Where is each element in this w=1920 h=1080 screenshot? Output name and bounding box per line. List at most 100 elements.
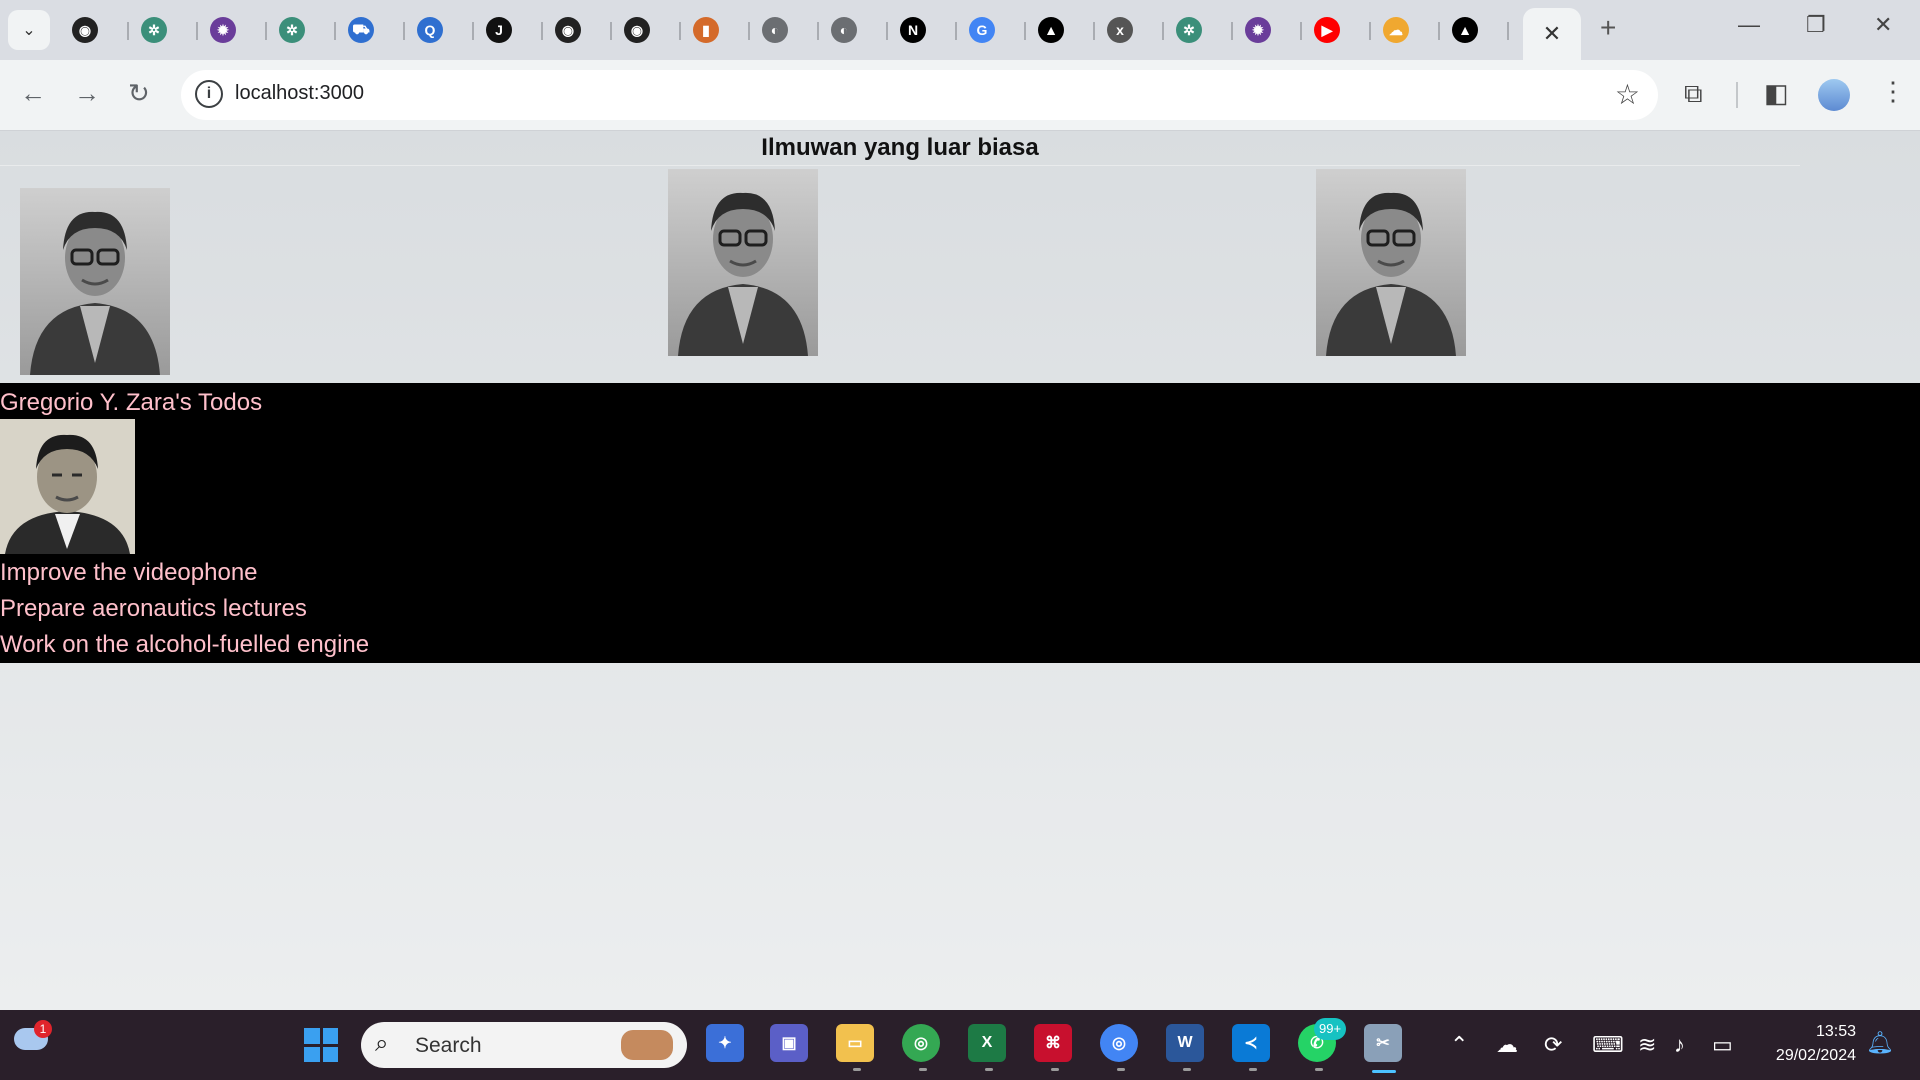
wifi-icon[interactable]: ≋ bbox=[1638, 1032, 1656, 1058]
menu-icon[interactable]: ⋮ bbox=[1880, 76, 1906, 107]
tab-divider bbox=[265, 22, 267, 40]
pinned-tab[interactable]: ◐ bbox=[752, 14, 821, 46]
pinned-tab[interactable]: ✹ bbox=[1235, 14, 1304, 46]
tab-divider bbox=[127, 22, 129, 40]
snipping-tool-icon[interactable]: ✂ bbox=[1364, 1024, 1402, 1062]
chrome-icon[interactable]: ◎ bbox=[902, 1024, 940, 1062]
pinned-tab[interactable]: ◉ bbox=[62, 14, 131, 46]
pinned-tab[interactable]: ◉ bbox=[545, 14, 614, 46]
volume-icon[interactable]: ♪ bbox=[1674, 1032, 1685, 1058]
app-icon[interactable]: ⌘ bbox=[1034, 1024, 1072, 1062]
onedrive-icon[interactable]: ☁ bbox=[1496, 1032, 1518, 1058]
reload-icon[interactable]: ↻ bbox=[128, 78, 150, 109]
page-viewport: Ilmuwan yang luar biasa Gregorio Y. Zara… bbox=[0, 131, 1920, 1010]
clock[interactable]: 13:53 29/02/2024 bbox=[1750, 1020, 1856, 1068]
taskbar-search[interactable]: ⌕ Search bbox=[361, 1022, 687, 1068]
side-panel-icon[interactable]: ◧ bbox=[1764, 78, 1789, 109]
pinned-tab[interactable]: ◐ bbox=[821, 14, 890, 46]
tab-divider bbox=[541, 22, 543, 40]
cart-icon: ⛟ bbox=[348, 17, 374, 43]
scientist-photo bbox=[668, 169, 818, 356]
new-tab-button[interactable]: + bbox=[1600, 12, 1616, 44]
scientist-photo bbox=[1316, 169, 1466, 356]
clock-date: 29/02/2024 bbox=[1775, 1047, 1856, 1064]
globe-icon: ◐ bbox=[762, 17, 788, 43]
restore-icon[interactable]: ❐ bbox=[1806, 12, 1826, 38]
pinned-tab[interactable]: ☁ bbox=[1373, 14, 1442, 46]
pinned-tab[interactable]: ▲ bbox=[1028, 14, 1097, 46]
pinned-tab[interactable]: Q bbox=[407, 14, 476, 46]
tab-divider bbox=[403, 22, 405, 40]
chatgpt-icon: ✲ bbox=[1176, 17, 1202, 43]
highlight-icon: ▮ bbox=[693, 17, 719, 43]
toolbar-divider bbox=[1736, 82, 1738, 108]
word-icon[interactable]: W bbox=[1166, 1024, 1204, 1062]
chevron-up-icon[interactable]: ⌃ bbox=[1450, 1032, 1468, 1058]
chrome-profile-icon[interactable]: ◎ bbox=[1100, 1024, 1138, 1062]
battery-icon[interactable]: ▭ bbox=[1712, 1032, 1733, 1058]
pinned-tab[interactable]: ✲ bbox=[269, 14, 338, 46]
tab-divider bbox=[1438, 22, 1440, 40]
keyboard-icon[interactable]: ⌨ bbox=[1592, 1032, 1624, 1058]
window-close-icon[interactable]: ✕ bbox=[1874, 12, 1892, 38]
tab-divider bbox=[196, 22, 198, 40]
teams-icon[interactable]: ▣ bbox=[770, 1024, 808, 1062]
profile-avatar[interactable] bbox=[1818, 79, 1850, 111]
pinned-tab[interactable]: ▲ bbox=[1442, 14, 1511, 46]
pinned-tabs: ◉ ✲ ✹ ✲ ⛟ Q J ◉ ◉ ▮ ◐ ◐ N G ▲ x ✲ ✹ ▶ ☁ ▲ bbox=[62, 14, 1511, 46]
pinned-tab[interactable]: N bbox=[890, 14, 959, 46]
tab-divider bbox=[472, 22, 474, 40]
tab-strip: ⌄ ◉ ✲ ✹ ✲ ⛟ Q J ◉ ◉ ▮ ◐ ◐ N G ▲ x ✲ ✹ ▶ ☁ ▲ ✕ + — ❐ ✕ bbox=[0, 0, 1920, 60]
copilot-icon[interactable]: ✦ bbox=[706, 1024, 744, 1062]
github-icon: ◉ bbox=[72, 17, 98, 43]
active-tab[interactable]: ✕ bbox=[1523, 8, 1581, 60]
pinned-tab[interactable]: ◉ bbox=[614, 14, 683, 46]
notification-bell-icon[interactable]: 🔔︎ bbox=[1866, 1030, 1894, 1056]
tab-divider bbox=[1162, 22, 1164, 40]
clock-time: 13:53 bbox=[1815, 1023, 1856, 1040]
excel-icon[interactable]: X bbox=[968, 1024, 1006, 1062]
tab-divider bbox=[1300, 22, 1302, 40]
site-info-icon[interactable]: i bbox=[195, 80, 223, 108]
todo-item: Improve the videophone bbox=[0, 559, 258, 586]
close-icon[interactable]: ✕ bbox=[1543, 21, 1561, 47]
running-indicator bbox=[1183, 1068, 1191, 1071]
browser-toolbar: ← → ↻ i localhost:3000 ☆ ⧉ ◧ ⋮ bbox=[0, 60, 1920, 131]
tab-search-button[interactable]: ⌄ bbox=[8, 10, 50, 50]
minimize-icon[interactable]: — bbox=[1738, 12, 1760, 38]
forward-icon[interactable]: → bbox=[74, 78, 100, 109]
address-text[interactable]: localhost:3000 bbox=[235, 82, 364, 105]
tab-divider bbox=[679, 22, 681, 40]
search-highlight-icon bbox=[621, 1030, 673, 1060]
running-indicator bbox=[853, 1068, 861, 1071]
start-button[interactable] bbox=[304, 1028, 338, 1062]
tab-divider bbox=[817, 22, 819, 40]
tab-divider bbox=[1231, 22, 1233, 40]
file-explorer-icon[interactable]: ▭ bbox=[836, 1024, 874, 1062]
todo-item: Work on the alcohol-fuelled engine bbox=[0, 631, 370, 658]
vscode-icon[interactable]: ≺ bbox=[1232, 1024, 1270, 1062]
pinned-tab[interactable]: x bbox=[1097, 14, 1166, 46]
bookmark-star-icon[interactable]: ☆ bbox=[1615, 78, 1640, 111]
pinned-tab[interactable]: G bbox=[959, 14, 1028, 46]
github-icon: ◉ bbox=[555, 17, 581, 43]
running-indicator bbox=[1249, 1068, 1257, 1071]
extensions-icon[interactable]: ⧉ bbox=[1684, 78, 1703, 110]
pinned-tab[interactable]: ✲ bbox=[131, 14, 200, 46]
running-indicator bbox=[985, 1068, 993, 1071]
university-icon: ✹ bbox=[210, 17, 236, 43]
pinned-tab[interactable]: ✹ bbox=[200, 14, 269, 46]
chatgpt-icon: ✲ bbox=[141, 17, 167, 43]
vercel-icon: ▲ bbox=[1452, 17, 1478, 43]
pinned-tab[interactable]: J bbox=[476, 14, 545, 46]
back-icon[interactable]: ← bbox=[20, 78, 46, 109]
globe-icon: ◐ bbox=[831, 17, 857, 43]
pinned-tab[interactable]: ▮ bbox=[683, 14, 752, 46]
pinned-tab[interactable]: ⛟ bbox=[338, 14, 407, 46]
address-bar[interactable]: i localhost:3000 ☆ bbox=[181, 70, 1658, 120]
pinned-tab[interactable]: ▶ bbox=[1304, 14, 1373, 46]
pinned-tab[interactable]: ✲ bbox=[1166, 14, 1235, 46]
sync-icon[interactable]: ⟳ bbox=[1544, 1032, 1562, 1058]
tab-divider bbox=[748, 22, 750, 40]
taskbar-search-label: Search bbox=[415, 1034, 482, 1057]
